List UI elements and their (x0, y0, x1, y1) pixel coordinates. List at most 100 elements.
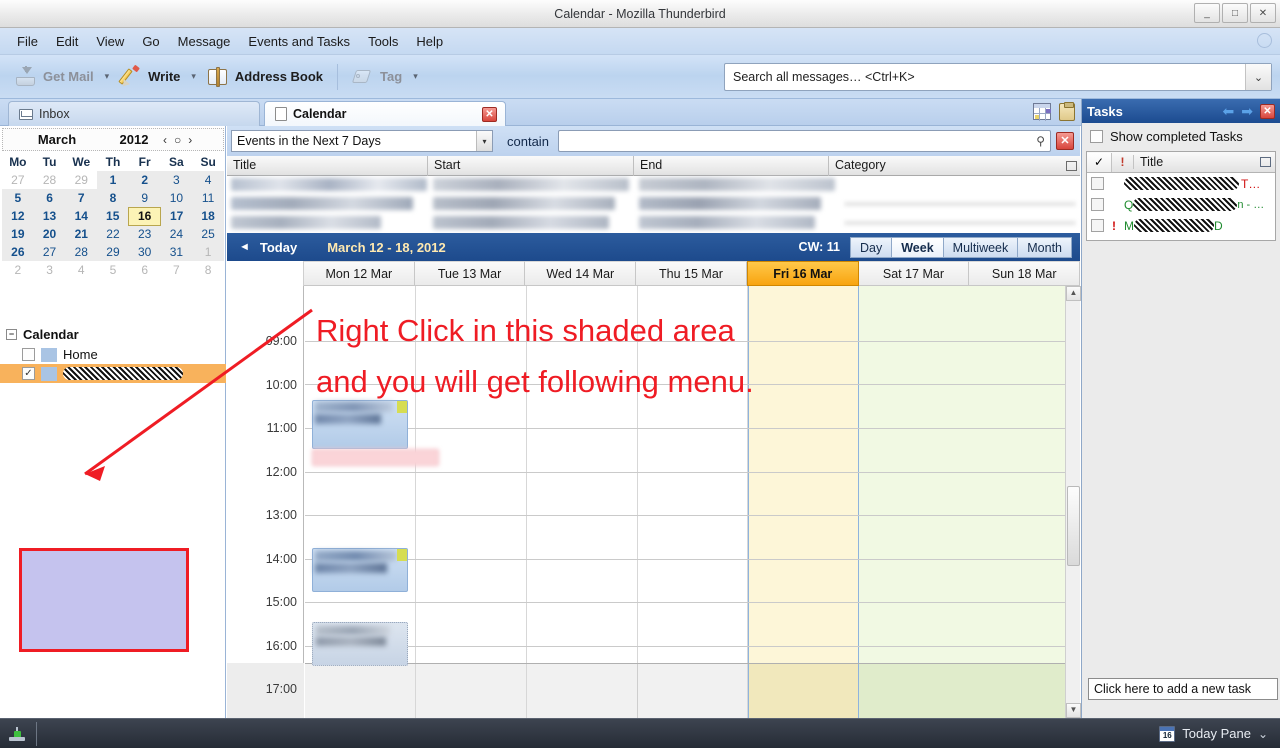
menu-message[interactable]: Message (169, 31, 240, 52)
mini-calendar-day[interactable]: 8 (192, 261, 224, 279)
tasks-pane-close-icon[interactable]: ✕ (1260, 103, 1275, 119)
new-task-input[interactable]: Click here to add a new task (1088, 678, 1278, 700)
day-header-tue[interactable]: Tue 13 Mar (414, 261, 526, 286)
day-header-mon[interactable]: Mon 12 Mar (304, 261, 415, 286)
today-button[interactable]: Today (260, 240, 297, 255)
mini-calendar-day[interactable]: 1 (192, 243, 224, 261)
mini-calendar-day[interactable]: 9 (128, 189, 161, 207)
today-circle-icon[interactable]: ○ (174, 133, 181, 147)
mini-calendar-day[interactable]: 31 (160, 243, 193, 261)
tab-inbox[interactable]: Inbox (8, 101, 260, 126)
tasks-column-priority[interactable]: ! (1112, 155, 1134, 169)
mini-calendar-day[interactable]: 30 (128, 243, 161, 261)
calendar-home-checkbox[interactable] (22, 348, 35, 361)
mini-calendar-day[interactable]: 27 (33, 243, 66, 261)
column-category[interactable]: Category (829, 156, 1061, 176)
mini-calendar-day[interactable]: 3 (34, 261, 66, 279)
mini-calendar-day[interactable]: 17 (160, 207, 193, 225)
mini-calendar-year[interactable]: 2012 (111, 132, 157, 147)
view-month-button[interactable]: Month (1017, 236, 1072, 258)
table-row[interactable] (227, 214, 1080, 233)
mini-calendar-day[interactable]: 26 (2, 243, 34, 261)
scroll-down-icon[interactable]: ▼ (1066, 703, 1081, 718)
column-picker-icon[interactable] (1062, 157, 1080, 175)
task-checkbox[interactable] (1091, 198, 1104, 211)
menu-help[interactable]: Help (407, 31, 452, 52)
calendar-event[interactable] (312, 548, 408, 592)
table-row[interactable] (227, 195, 1080, 214)
day-column-sun[interactable] (969, 286, 1080, 718)
calendar-event[interactable] (312, 449, 439, 466)
tasks-column-done[interactable]: ✓ (1087, 152, 1112, 172)
calendar-list-header[interactable]: − Calendar (0, 324, 226, 345)
list-item[interactable]: ! M D (1087, 215, 1275, 236)
calendar-item-redacted[interactable]: ✓ (0, 364, 226, 383)
calendar-vertical-scrollbar[interactable]: ▲ ▼ (1065, 286, 1081, 718)
today-pane-toggle[interactable]: 16 Today Pane ⌄ (1159, 725, 1280, 742)
day-column-sat[interactable] (859, 286, 970, 718)
menu-view[interactable]: View (87, 31, 133, 52)
table-row[interactable] (227, 176, 1080, 195)
prev-month-icon[interactable]: ‹ (163, 133, 167, 147)
menu-edit[interactable]: Edit (47, 31, 87, 52)
column-end[interactable]: End (634, 155, 829, 176)
tasks-column-title[interactable]: Title (1134, 155, 1255, 169)
day-header-sat[interactable]: Sat 17 Mar (858, 261, 970, 286)
scroll-up-icon[interactable]: ▲ (1066, 286, 1081, 301)
mini-calendar-day[interactable]: 14 (65, 207, 98, 225)
tasks-clipboard-icon[interactable] (1059, 102, 1075, 121)
view-week-button[interactable]: Week (891, 236, 943, 258)
list-item[interactable]: T… (1087, 173, 1275, 194)
mini-calendar-day[interactable]: 6 (129, 261, 161, 279)
mini-calendar-day[interactable]: 13 (33, 207, 66, 225)
calendar-redacted-checkbox[interactable]: ✓ (22, 367, 35, 380)
mini-calendar-day[interactable]: 7 (65, 189, 98, 207)
address-book-button[interactable]: Address Book (200, 63, 330, 91)
event-filter-select[interactable]: Events in the Next 7 Days ▾ (231, 130, 493, 152)
mini-calendar-day[interactable]: 10 (160, 189, 193, 207)
minimize-button[interactable]: _ (1194, 3, 1220, 23)
mini-calendar-day[interactable]: 5 (97, 261, 129, 279)
mini-calendar-day[interactable]: 29 (97, 243, 129, 261)
tag-button[interactable]: Tag (345, 63, 409, 91)
mini-calendar-day[interactable]: 11 (192, 189, 224, 207)
mini-calendar-day[interactable]: 3 (160, 171, 193, 189)
mini-calendar-day[interactable]: 29 (65, 171, 97, 189)
view-multiweek-button[interactable]: Multiweek (942, 236, 1018, 258)
column-start[interactable]: Start (428, 155, 634, 176)
mini-calendar-month[interactable]: March (3, 132, 111, 147)
calendar-grid-icon[interactable] (1033, 103, 1051, 121)
day-column-fri-today[interactable] (748, 286, 859, 718)
mini-calendar-day[interactable]: 16 (128, 206, 162, 226)
mini-calendar-day[interactable]: 23 (128, 225, 161, 243)
mini-calendar-day[interactable]: 6 (33, 189, 66, 207)
get-mail-dropdown[interactable]: ▾ (101, 71, 114, 82)
mini-calendar-day[interactable]: 4 (65, 261, 97, 279)
chevron-down-icon[interactable]: ▾ (476, 131, 492, 151)
mini-calendar-day[interactable]: 22 (97, 225, 129, 243)
view-day-button[interactable]: Day (850, 236, 892, 258)
calendar-item-home[interactable]: Home (0, 345, 226, 364)
show-completed-tasks-row[interactable]: Show completed Tasks (1082, 123, 1280, 149)
scrollbar-thumb[interactable] (1067, 486, 1080, 566)
back-arrow-icon[interactable]: ⬅ (1223, 103, 1235, 120)
tag-dropdown[interactable]: ▾ (409, 71, 422, 82)
mini-calendar-day[interactable]: 4 (192, 171, 224, 189)
close-button[interactable]: ✕ (1250, 3, 1276, 23)
mini-calendar-day[interactable]: 2 (2, 261, 34, 279)
write-dropdown[interactable]: ▾ (187, 71, 200, 82)
mini-calendar-day[interactable]: 7 (161, 261, 193, 279)
global-search-dropdown-icon[interactable]: ⌄ (1245, 64, 1271, 90)
mini-calendar-day[interactable]: 20 (33, 225, 66, 243)
calendar-event[interactable] (312, 622, 408, 666)
clear-filter-icon[interactable]: ✕ (1056, 132, 1074, 150)
mini-calendar-day[interactable]: 28 (34, 171, 66, 189)
mini-calendar-day[interactable]: 25 (192, 225, 224, 243)
day-header-fri-today[interactable]: Fri 16 Mar (746, 261, 859, 286)
previous-week-icon[interactable]: ◄ (227, 241, 260, 253)
show-completed-checkbox[interactable] (1090, 129, 1103, 143)
write-button[interactable]: Write (113, 63, 187, 91)
menu-file[interactable]: File (8, 31, 47, 52)
mini-calendar-day[interactable]: 27 (2, 171, 34, 189)
collapse-twisty-icon[interactable]: − (6, 329, 17, 340)
